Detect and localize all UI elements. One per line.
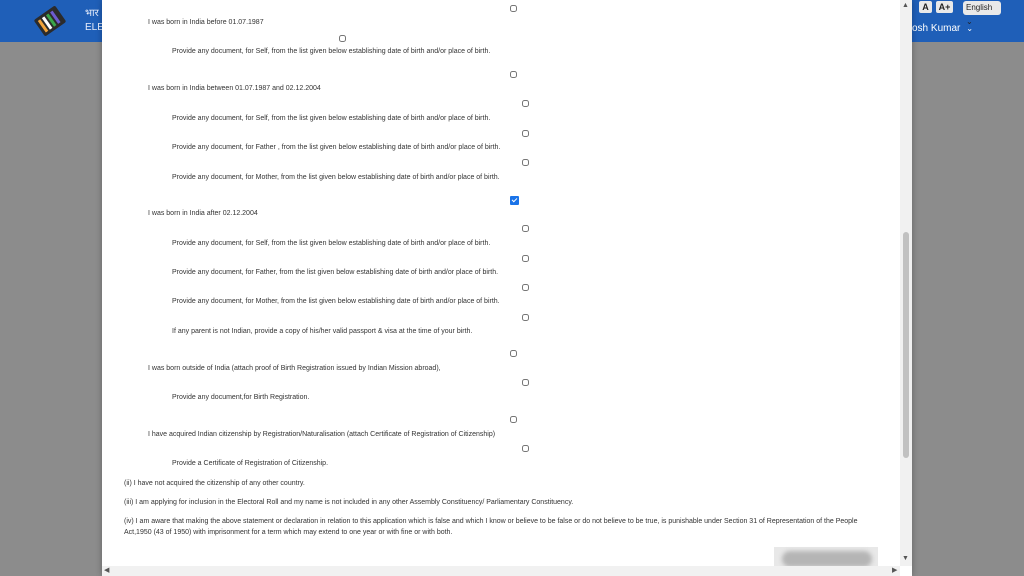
checkbox-doc-mother[interactable] [522, 284, 529, 291]
declaration-modal: I was born in India before 01.07.1987 Pr… [102, 0, 912, 576]
option-label: Provide any document, for Mother, from t… [172, 298, 500, 305]
option-label: Provide any document, for Self, from the… [172, 48, 491, 55]
checkbox-citizenship-certificate[interactable] [522, 445, 529, 452]
checkbox-born-after-2004[interactable] [510, 196, 519, 205]
checkbox-doc-self[interactable] [339, 35, 346, 42]
chevron-down-icon: ⌄ [966, 24, 974, 33]
chevron-right-icon[interactable]: ▶ [892, 566, 897, 574]
checkbox-doc-self[interactable] [522, 100, 529, 107]
vertical-scroll-thumb[interactable] [903, 232, 909, 458]
content-gutter [890, 0, 900, 566]
option-label: Provide any document,for Birth Registrat… [172, 394, 310, 401]
declaration-content: I was born in India before 01.07.1987 Pr… [102, 0, 890, 571]
option-label: If any parent is not Indian, provide a c… [172, 328, 473, 335]
language-select-value: English [966, 3, 993, 12]
option-label: Provide any document, for Father , from … [172, 144, 501, 151]
option-label: I have acquired Indian citizenship by Re… [148, 431, 496, 438]
redacted-signature [782, 551, 872, 567]
option-label: Provide any document, for Self, from the… [172, 240, 491, 247]
vertical-scrollbar[interactable]: ▲ ▼ [900, 0, 912, 566]
option-label: Provide any document, for Self, from the… [172, 115, 491, 122]
font-size-normal-button[interactable]: A [919, 1, 932, 13]
checkbox-birth-registration[interactable] [522, 379, 529, 386]
checkbox-born-1987-2004[interactable] [510, 71, 517, 78]
statement-iii: (iii) I am applying for inclusion in the… [124, 499, 574, 506]
checkbox-doc-father[interactable] [522, 130, 529, 137]
evm-logo-icon [34, 6, 66, 36]
font-size-increase-button[interactable]: A+ [936, 1, 953, 13]
checkbox-born-before-1987[interactable] [510, 5, 517, 12]
checkbox-citizenship-registration[interactable] [510, 416, 517, 423]
option-label: Provide a Certificate of Registration of… [172, 460, 329, 467]
option-label: I was born in India after 02.12.2004 [148, 210, 258, 217]
user-menu[interactable]: osh Kumar ⌄ [912, 23, 973, 34]
checkbox-doc-mother[interactable] [522, 159, 529, 166]
checkbox-born-outside-india[interactable] [510, 350, 517, 357]
option-label: Provide any document, for Father, from t… [172, 269, 499, 276]
checkbox-doc-father[interactable] [522, 255, 529, 262]
chevron-up-icon[interactable]: ▲ [902, 2, 909, 9]
statement-ii: (ii) I have not acquired the citizenship… [124, 480, 305, 487]
chevron-left-icon[interactable]: ◀ [104, 566, 109, 574]
option-label: Provide any document, for Mother, from t… [172, 174, 500, 181]
option-label: I was born in India before 01.07.1987 [148, 19, 264, 26]
chevron-down-icon[interactable]: ▼ [902, 555, 909, 562]
language-select[interactable]: English ⌄ [963, 1, 1001, 26]
user-name: osh Kumar [912, 23, 961, 34]
option-label: I was born in India between 01.07.1987 a… [148, 85, 321, 92]
horizontal-scrollbar[interactable]: ◀ ▶ [102, 566, 900, 576]
checkbox-parent-passport[interactable] [522, 314, 529, 321]
checkbox-doc-self[interactable] [522, 225, 529, 232]
option-label: I was born outside of India (attach proo… [148, 365, 441, 372]
statement-iv: (iv) I am aware that making the above st… [124, 518, 858, 536]
